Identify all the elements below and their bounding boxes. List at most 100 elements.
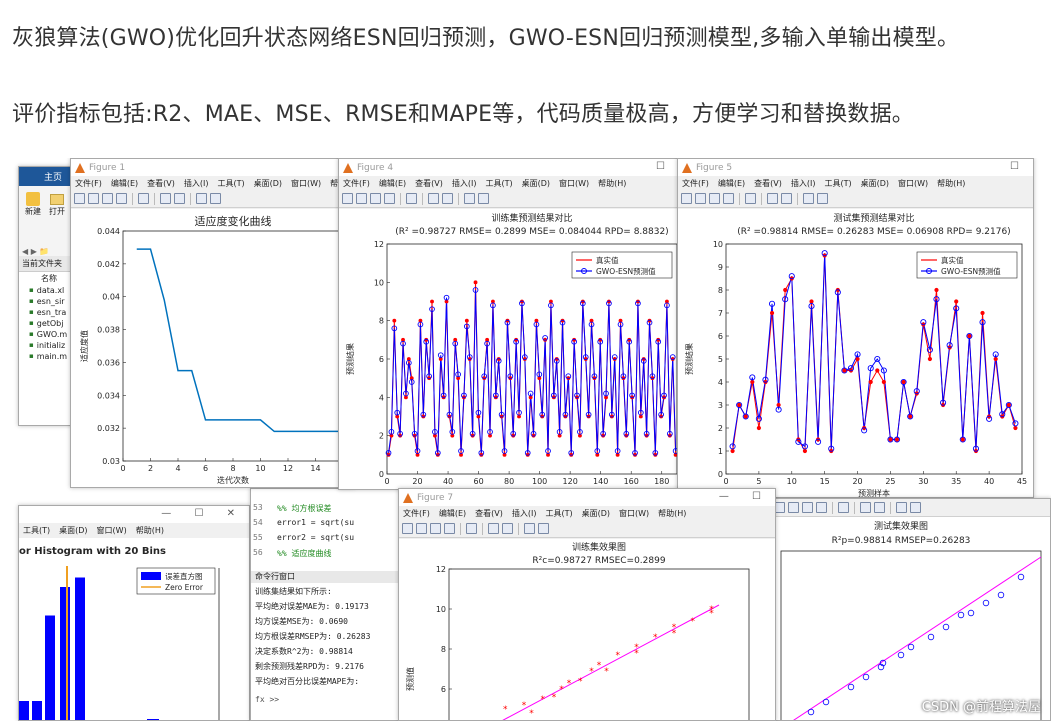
menu-item[interactable]: 桌面(D) xyxy=(59,525,87,536)
menu-item[interactable]: 工具(T) xyxy=(545,508,572,519)
y-axis-label: 预测值 xyxy=(405,667,415,691)
menu-item[interactable]: 编辑(E) xyxy=(439,508,466,519)
menu-item[interactable]: 插入(I) xyxy=(452,178,477,189)
colorbar-icon[interactable] xyxy=(488,523,499,534)
new-figure-icon[interactable] xyxy=(342,193,353,204)
inspector-icon[interactable] xyxy=(210,193,221,204)
command-prompt[interactable]: fx >> xyxy=(255,695,279,704)
colorbar-icon[interactable] xyxy=(160,193,171,204)
menu-item[interactable]: 查看(V) xyxy=(415,178,443,189)
menu-item[interactable]: 插入(I) xyxy=(184,178,209,189)
inspector-icon[interactable] xyxy=(817,193,828,204)
colorbar-icon[interactable] xyxy=(860,502,871,513)
print-icon[interactable] xyxy=(116,193,127,204)
inspector-icon[interactable] xyxy=(478,193,489,204)
menu-item[interactable]: 窗口(W) xyxy=(898,178,928,189)
fig5-axes-box xyxy=(725,243,1023,475)
save-icon[interactable] xyxy=(370,193,381,204)
menu-item[interactable]: 工具(T) xyxy=(23,525,50,536)
link-icon[interactable] xyxy=(745,193,756,204)
code-editor[interactable]: 53 %% 均方根误差 54 error1 = sqrt(su 55 error2 = s… xyxy=(251,499,401,565)
menu-item[interactable]: 桌面(D) xyxy=(861,178,889,189)
new-button[interactable]: 新建 xyxy=(25,192,41,217)
fig4-x-tick-label: 160 xyxy=(624,477,639,486)
save-icon[interactable] xyxy=(709,193,720,204)
colorbar-icon[interactable] xyxy=(428,193,439,204)
menu-item[interactable]: 工具(T) xyxy=(217,178,244,189)
legend-icon[interactable] xyxy=(174,193,185,204)
window-controls-icon[interactable]: ☐ xyxy=(1010,161,1029,172)
save-icon[interactable] xyxy=(430,523,441,534)
menu-item[interactable]: 查看(V) xyxy=(475,508,503,519)
menu-item[interactable]: 桌面(D) xyxy=(254,178,282,189)
link-icon[interactable] xyxy=(838,502,849,513)
save-icon[interactable] xyxy=(802,502,813,513)
menu-item[interactable]: 文件(F) xyxy=(403,508,430,519)
window-controls-icon[interactable]: — ☐ xyxy=(719,491,771,502)
figure-5-title: Figure 5 xyxy=(696,162,733,173)
menu-item[interactable]: 查看(V) xyxy=(754,178,782,189)
legend-icon[interactable] xyxy=(442,193,453,204)
legend-icon[interactable] xyxy=(781,193,792,204)
open-icon[interactable] xyxy=(695,193,706,204)
menu-item[interactable]: 文件(F) xyxy=(682,178,709,189)
new-figure-icon[interactable] xyxy=(402,523,413,534)
menu-item[interactable]: 帮助(H) xyxy=(937,178,965,189)
window-controls-icon[interactable]: ☐ xyxy=(656,161,675,172)
train-scatter-point: * xyxy=(503,705,508,715)
menu-item[interactable]: 帮助(H) xyxy=(598,178,626,189)
print-icon[interactable] xyxy=(816,502,827,513)
menu-item[interactable]: 文件(F) xyxy=(75,178,102,189)
menu-item[interactable]: 帮助(H) xyxy=(136,525,164,536)
menu-item[interactable]: 窗口(W) xyxy=(559,178,589,189)
link-icon[interactable] xyxy=(466,523,477,534)
link-icon[interactable] xyxy=(406,193,417,204)
menu-item[interactable]: 文件(F) xyxy=(343,178,370,189)
legend-icon[interactable] xyxy=(874,502,885,513)
save-icon[interactable] xyxy=(102,193,113,204)
open-icon[interactable] xyxy=(788,502,799,513)
menu-item[interactable]: 工具(T) xyxy=(824,178,851,189)
command-window[interactable]: 训练集结果如下所示: 平均绝对误差MAE为: 0.19173 均方误差MSE为: 0… xyxy=(251,583,401,693)
menu-item[interactable]: 窗口(W) xyxy=(97,525,127,536)
menu-item[interactable]: 插入(I) xyxy=(791,178,816,189)
inspector-icon[interactable] xyxy=(538,523,549,534)
y-axis-label: 预测结果 xyxy=(345,343,355,375)
open-icon[interactable] xyxy=(88,193,99,204)
menu-item[interactable]: 编辑(E) xyxy=(379,178,406,189)
pointer-icon[interactable] xyxy=(803,193,814,204)
print-icon[interactable] xyxy=(723,193,734,204)
pointer-icon[interactable] xyxy=(196,193,207,204)
fig7-y-tick-label: 8 xyxy=(441,645,446,654)
menu-item[interactable]: 工具(T) xyxy=(485,178,512,189)
link-icon[interactable] xyxy=(138,193,149,204)
new-figure-icon[interactable] xyxy=(681,193,692,204)
print-icon[interactable] xyxy=(384,193,395,204)
window-controls-icon[interactable]: — ☐ ✕ xyxy=(161,508,245,519)
menu-item[interactable]: 窗口(W) xyxy=(619,508,649,519)
legend-icon[interactable] xyxy=(502,523,513,534)
menu-item[interactable]: 桌面(D) xyxy=(522,178,550,189)
menu-item[interactable]: 帮助(H) xyxy=(658,508,686,519)
inspector-icon[interactable] xyxy=(910,502,921,513)
open-button[interactable]: 打开 xyxy=(49,192,65,217)
menu-item[interactable]: 桌面(D) xyxy=(582,508,610,519)
colorbar-icon[interactable] xyxy=(767,193,778,204)
true-value-point xyxy=(1013,425,1018,431)
fig1-y-tick-label: 0.04 xyxy=(102,293,120,302)
menu-item[interactable]: 插入(I) xyxy=(512,508,537,519)
menu-item[interactable]: 查看(V) xyxy=(147,178,175,189)
figure-7-menubar: 文件(F) 编辑(E) 查看(V) 插入(I) 工具(T) 桌面(D) 窗口(W) 帮助(H) xyxy=(399,506,775,520)
menu-item[interactable]: 编辑(E) xyxy=(111,178,138,189)
menu-item[interactable]: 编辑(E) xyxy=(718,178,745,189)
open-icon[interactable] xyxy=(356,193,367,204)
pointer-icon[interactable] xyxy=(464,193,475,204)
new-figure-icon[interactable] xyxy=(74,193,85,204)
print-icon[interactable] xyxy=(444,523,455,534)
pointer-icon[interactable] xyxy=(524,523,535,534)
chart-subtitle: R²c=0.98727 RMSEC=0.2899 xyxy=(532,556,665,566)
open-icon[interactable] xyxy=(416,523,427,534)
console-line: 平均绝对百分比误差MAPE为: xyxy=(255,677,360,686)
menu-item[interactable]: 窗口(W) xyxy=(291,178,321,189)
pointer-icon[interactable] xyxy=(896,502,907,513)
